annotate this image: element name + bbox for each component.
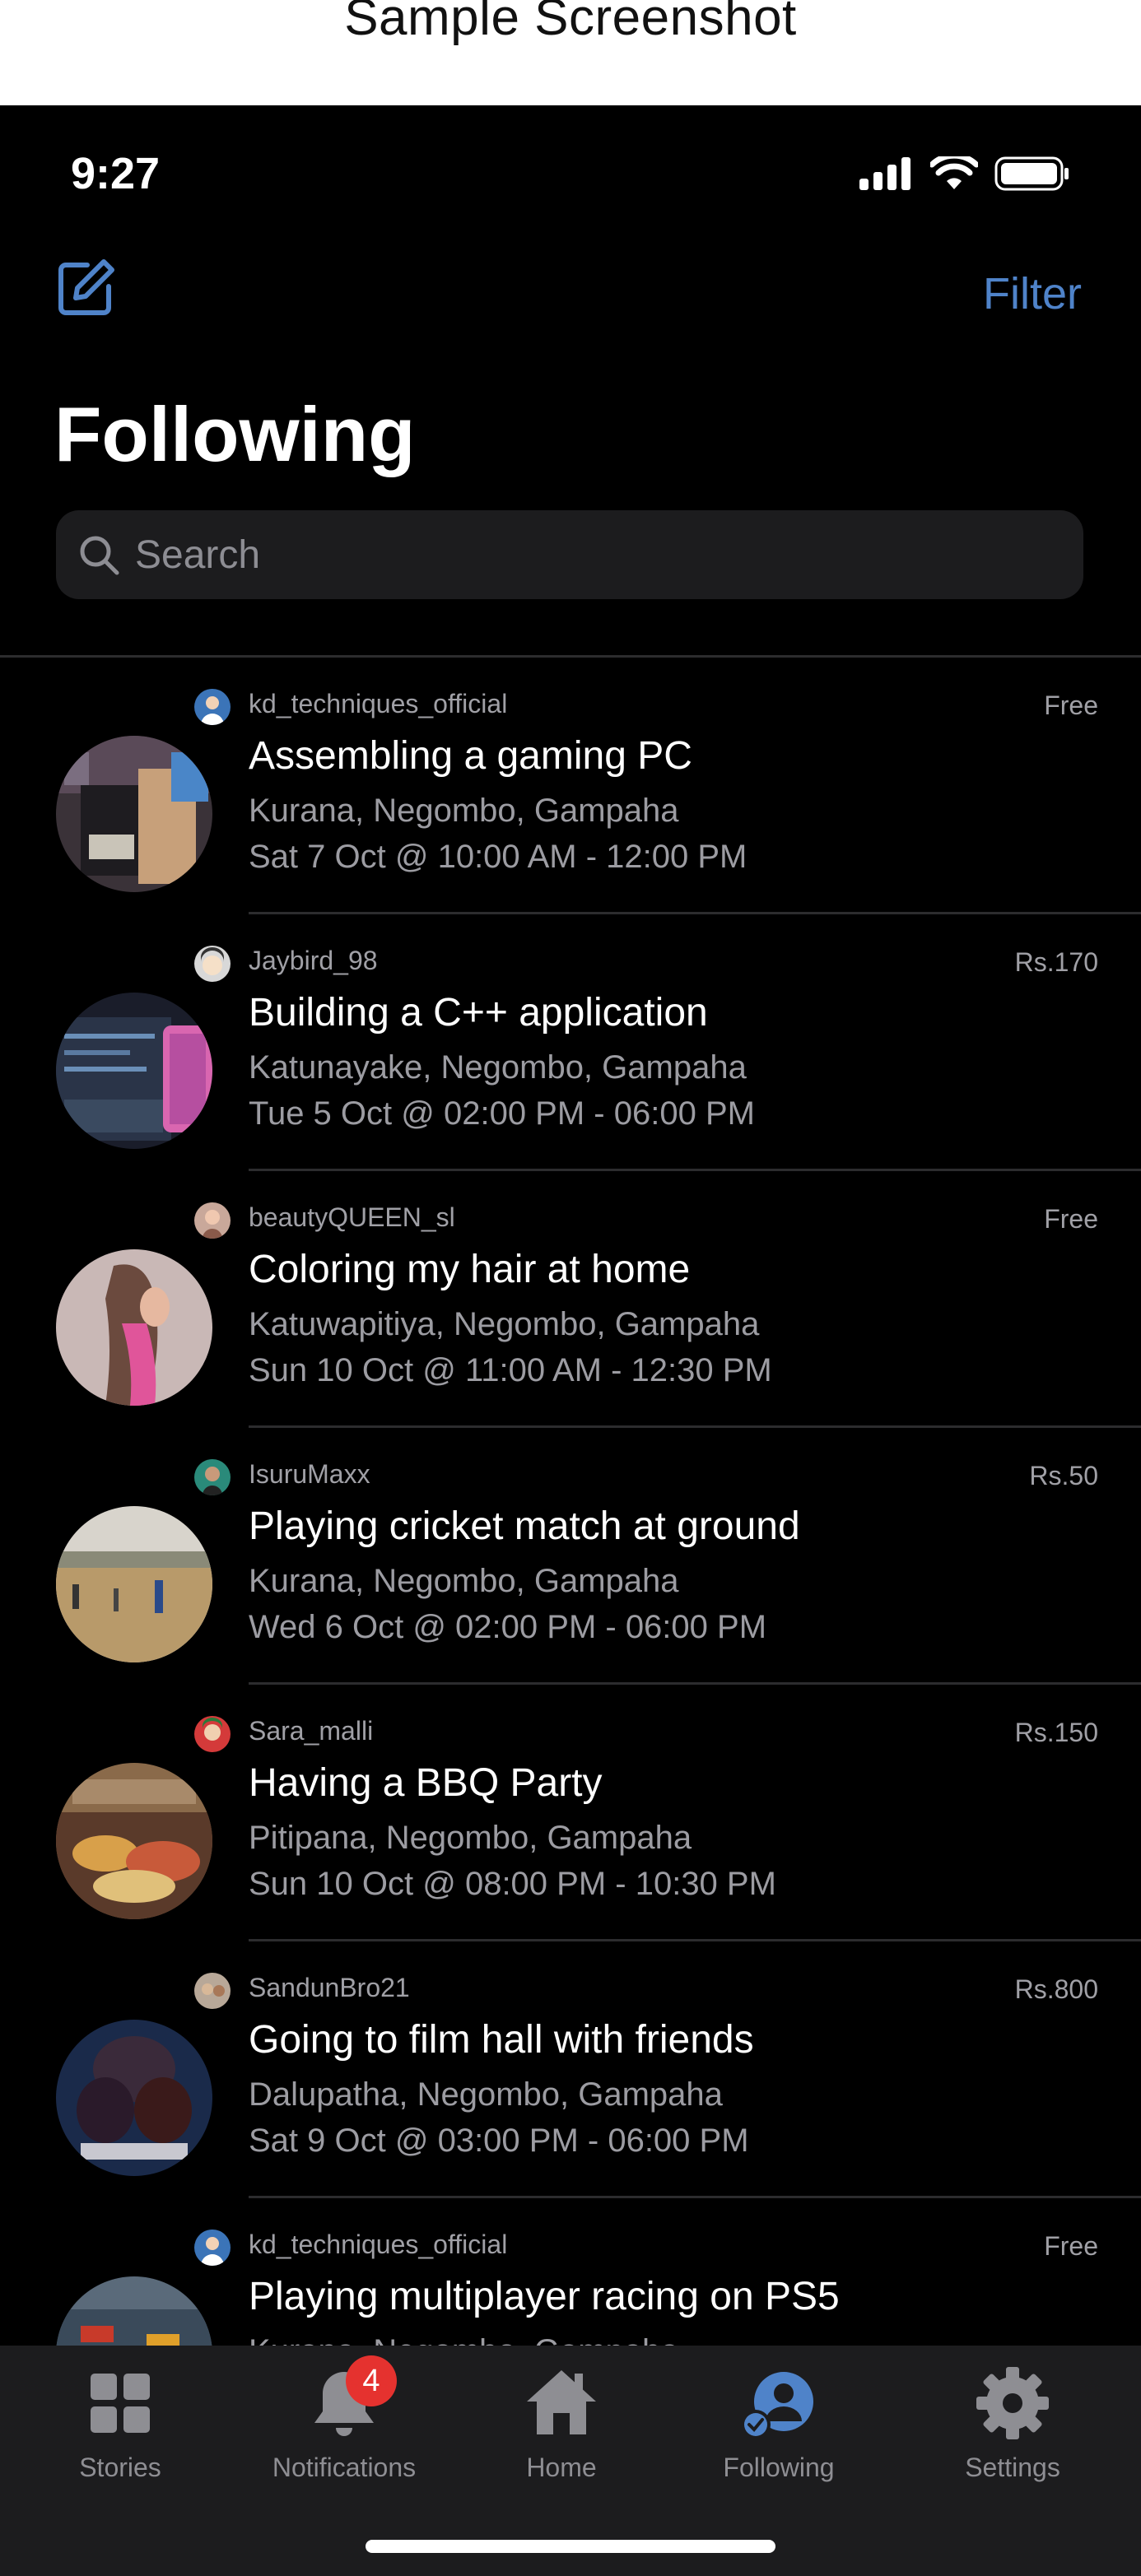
- status-time: 9:27: [71, 149, 161, 198]
- event-title: Playing cricket match at ground: [249, 1504, 800, 1548]
- search-bar[interactable]: [56, 510, 1083, 599]
- user-avatar: [194, 1973, 231, 2009]
- event-title: Assembling a gaming PC: [249, 734, 692, 778]
- event-username[interactable]: SandunBro21: [249, 1973, 410, 2003]
- event-list-item[interactable]: IsuruMaxx Rs.50 Playing cricket match at…: [0, 1428, 1141, 1685]
- event-username[interactable]: Sara_malli: [249, 1716, 373, 1746]
- tab-label: Stories: [79, 2453, 161, 2482]
- event-list-item[interactable]: SandunBro21 Rs.800 Going to film hall wi…: [0, 1941, 1141, 2198]
- tab-settings[interactable]: Settings: [930, 2362, 1095, 2483]
- event-title: Coloring my hair at home: [249, 1248, 691, 1291]
- person-check-icon: [741, 2372, 813, 2439]
- event-username[interactable]: kd_techniques_official: [249, 2230, 507, 2260]
- event-price: Rs.800: [1014, 1974, 1098, 2004]
- event-datetime: Sat 7 Oct @ 10:00 AM - 12:00 PM: [249, 839, 747, 875]
- event-username[interactable]: beautyQUEEN_sl: [249, 1202, 455, 1233]
- grid-icon: [91, 2374, 150, 2433]
- screenshot-caption: Sample Screenshot: [0, 0, 1141, 105]
- event-list-item[interactable]: beautyQUEEN_sl Free Coloring my hair at …: [0, 1171, 1141, 1428]
- event-username[interactable]: kd_techniques_official: [249, 689, 507, 719]
- tab-label: Settings: [965, 2453, 1060, 2482]
- event-datetime: Sat 9 Oct @ 03:00 PM - 06:00 PM: [249, 2123, 749, 2159]
- event-price: Rs.150: [1014, 1718, 1098, 1747]
- event-price: Free: [1044, 2231, 1098, 2261]
- event-title: Building a C++ application: [249, 991, 708, 1035]
- event-title: Going to film hall with friends: [249, 2018, 754, 2062]
- tab-home[interactable]: Home: [479, 2362, 644, 2483]
- event-list[interactable]: kd_techniques_official Free Assembling a…: [0, 658, 1141, 2455]
- event-list-item[interactable]: kd_techniques_official Free Assembling a…: [0, 658, 1141, 914]
- event-list-item[interactable]: Jaybird_98 Rs.170 Building a C++ applica…: [0, 914, 1141, 1171]
- event-price: Free: [1044, 690, 1098, 720]
- tab-following[interactable]: Following: [696, 2362, 861, 2483]
- filter-button[interactable]: Filter: [983, 268, 1082, 319]
- event-title: Playing multiplayer racing on PS5: [249, 2275, 840, 2318]
- tab-label: Home: [526, 2453, 597, 2482]
- event-datetime: Tue 5 Oct @ 02:00 PM - 06:00 PM: [249, 1095, 755, 1132]
- search-icon: [80, 536, 119, 575]
- event-username[interactable]: IsuruMaxx: [249, 1459, 370, 1490]
- event-thumbnail: [56, 1506, 212, 1662]
- event-title: Having a BBQ Party: [249, 1761, 603, 1805]
- user-avatar: [194, 1716, 231, 1752]
- battery-icon: [994, 156, 1069, 191]
- tab-label: Notifications: [272, 2453, 417, 2482]
- wifi-icon: [930, 156, 978, 189]
- event-location: Kurana, Negombo, Gampaha: [249, 1563, 679, 1599]
- event-username[interactable]: Jaybird_98: [249, 946, 378, 976]
- event-location: Kurana, Negombo, Gampaha: [249, 793, 679, 829]
- tab-label: Following: [723, 2453, 835, 2482]
- house-icon: [527, 2370, 596, 2434]
- compose-icon: [58, 259, 114, 315]
- user-avatar: [194, 1202, 231, 1239]
- event-thumbnail: [56, 736, 212, 892]
- page-title: Following: [54, 391, 416, 477]
- tab-notifications[interactable]: 4 Notifications: [262, 2355, 426, 2483]
- tab-stories[interactable]: Stories: [38, 2362, 203, 2483]
- event-price: Free: [1044, 1204, 1098, 1234]
- status-icons: [859, 156, 1070, 191]
- caption-text: Sample Screenshot: [344, 0, 797, 46]
- notification-badge: 4: [346, 2355, 397, 2406]
- gear-icon: [976, 2367, 1049, 2439]
- user-avatar: [194, 689, 231, 725]
- user-avatar: [194, 1459, 231, 1495]
- signal-icon: [859, 157, 910, 190]
- event-thumbnail: [56, 1763, 212, 1919]
- phone-screen: 9:27 Filter Following Search kd_techniqu…: [0, 105, 1141, 2576]
- tab-bar: Stories 4 Notifications Home Following S…: [0, 2346, 1141, 2576]
- event-datetime: Wed 6 Oct @ 02:00 PM - 06:00 PM: [249, 1609, 767, 1645]
- user-avatar: [194, 946, 231, 982]
- event-location: Pitipana, Negombo, Gampaha: [249, 1820, 692, 1856]
- home-indicator: [366, 2540, 775, 2553]
- event-location: Katunayake, Negombo, Gampaha: [249, 1049, 747, 1086]
- event-location: Katuwapitiya, Negombo, Gampaha: [249, 1306, 760, 1342]
- event-thumbnail: [56, 2020, 212, 2176]
- user-avatar: [194, 2230, 231, 2266]
- event-location: Dalupatha, Negombo, Gampaha: [249, 2076, 723, 2113]
- event-thumbnail: [56, 993, 212, 1149]
- search-input[interactable]: [135, 532, 1041, 578]
- event-price: Rs.50: [1029, 1461, 1098, 1490]
- event-thumbnail: [56, 1249, 212, 1406]
- event-price: Rs.170: [1014, 947, 1098, 977]
- event-list-item[interactable]: Sara_malli Rs.150 Having a BBQ Party Pit…: [0, 1685, 1141, 1941]
- event-datetime: Sun 10 Oct @ 08:00 PM - 10:30 PM: [249, 1866, 776, 1902]
- event-datetime: Sun 10 Oct @ 11:00 AM - 12:30 PM: [249, 1352, 772, 1388]
- compose-button[interactable]: [56, 258, 115, 318]
